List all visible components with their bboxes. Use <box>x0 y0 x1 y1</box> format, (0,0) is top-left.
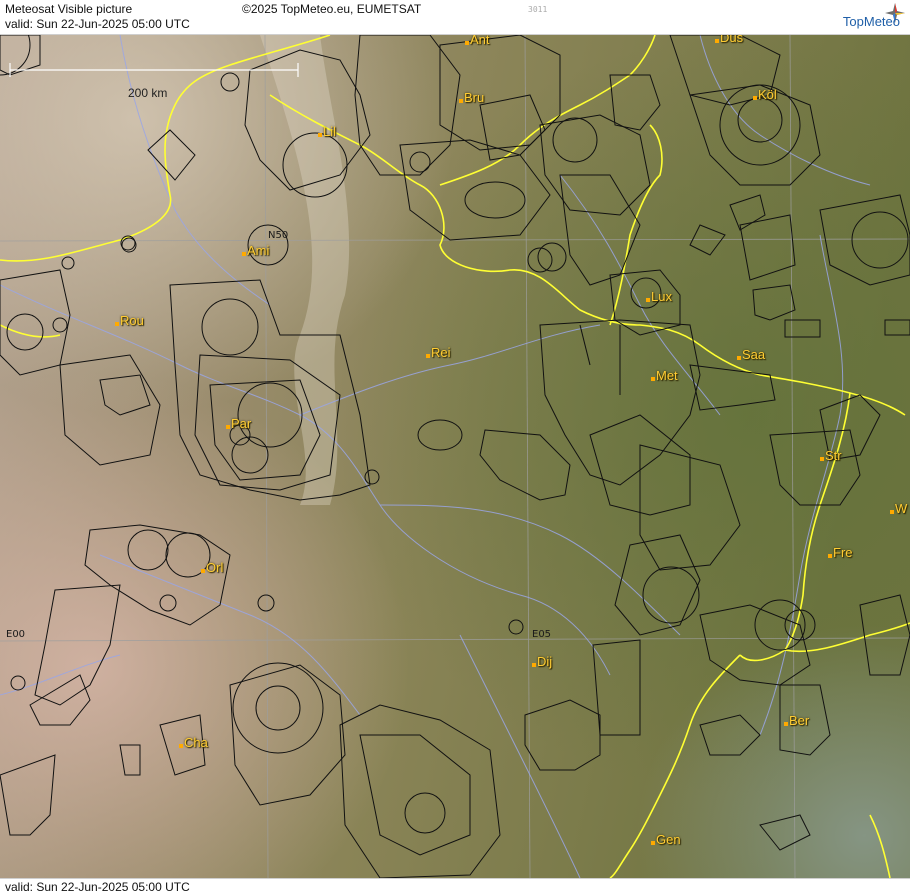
city-label: Ber <box>783 713 810 728</box>
city-label: Ami <box>241 243 270 258</box>
city-label: Saa <box>736 347 766 362</box>
footer-valid-time: valid: Sun 22-Jun-2025 05:00 UTC <box>5 880 190 893</box>
city-label: Dij <box>531 654 553 669</box>
grid-label-n50: N50 <box>268 230 289 241</box>
topmeteo-brand[interactable]: TopMeteo <box>843 14 900 29</box>
city-label: Str <box>820 448 842 463</box>
product-title: Meteosat Visible picture <box>5 2 133 16</box>
map-canvas <box>0 35 910 878</box>
city-label: Ant <box>465 35 490 47</box>
grid-label-e00: E00 <box>6 629 26 640</box>
city-label: Met <box>651 368 678 383</box>
city-label: Rou <box>115 313 144 328</box>
city-label: Rei <box>426 345 451 360</box>
satellite-map[interactable]: 200 km N50 E00 E05 Ant Düs Bru Köl Lil A… <box>0 35 910 878</box>
city-label: Bru <box>458 90 485 105</box>
city-label: Lux <box>646 289 672 304</box>
copyright: ©2025 TopMeteo.eu, EUMETSAT <box>242 2 422 16</box>
city-label: Cha <box>179 735 208 750</box>
city-label: Köl <box>753 87 777 102</box>
map-viewer: Meteosat Visible picture valid: Sun 22-J… <box>0 0 910 893</box>
image-code: 3011 <box>528 5 548 14</box>
city-label: Par <box>225 416 252 431</box>
city-label: Fre <box>828 545 853 560</box>
grid-label-e05: E05 <box>532 629 552 640</box>
city-label: Düs <box>714 35 743 45</box>
header-bar: Meteosat Visible picture valid: Sun 22-J… <box>0 0 910 35</box>
city-label: Lil <box>317 124 337 139</box>
city-label: Orl <box>200 560 224 575</box>
city-label: Gen <box>651 832 681 847</box>
footer-bar: valid: Sun 22-Jun-2025 05:00 UTC <box>0 878 910 893</box>
valid-time: valid: Sun 22-Jun-2025 05:00 UTC <box>5 17 190 31</box>
city-label: W <box>889 501 908 516</box>
scale-bar-label: 200 km <box>128 86 168 100</box>
